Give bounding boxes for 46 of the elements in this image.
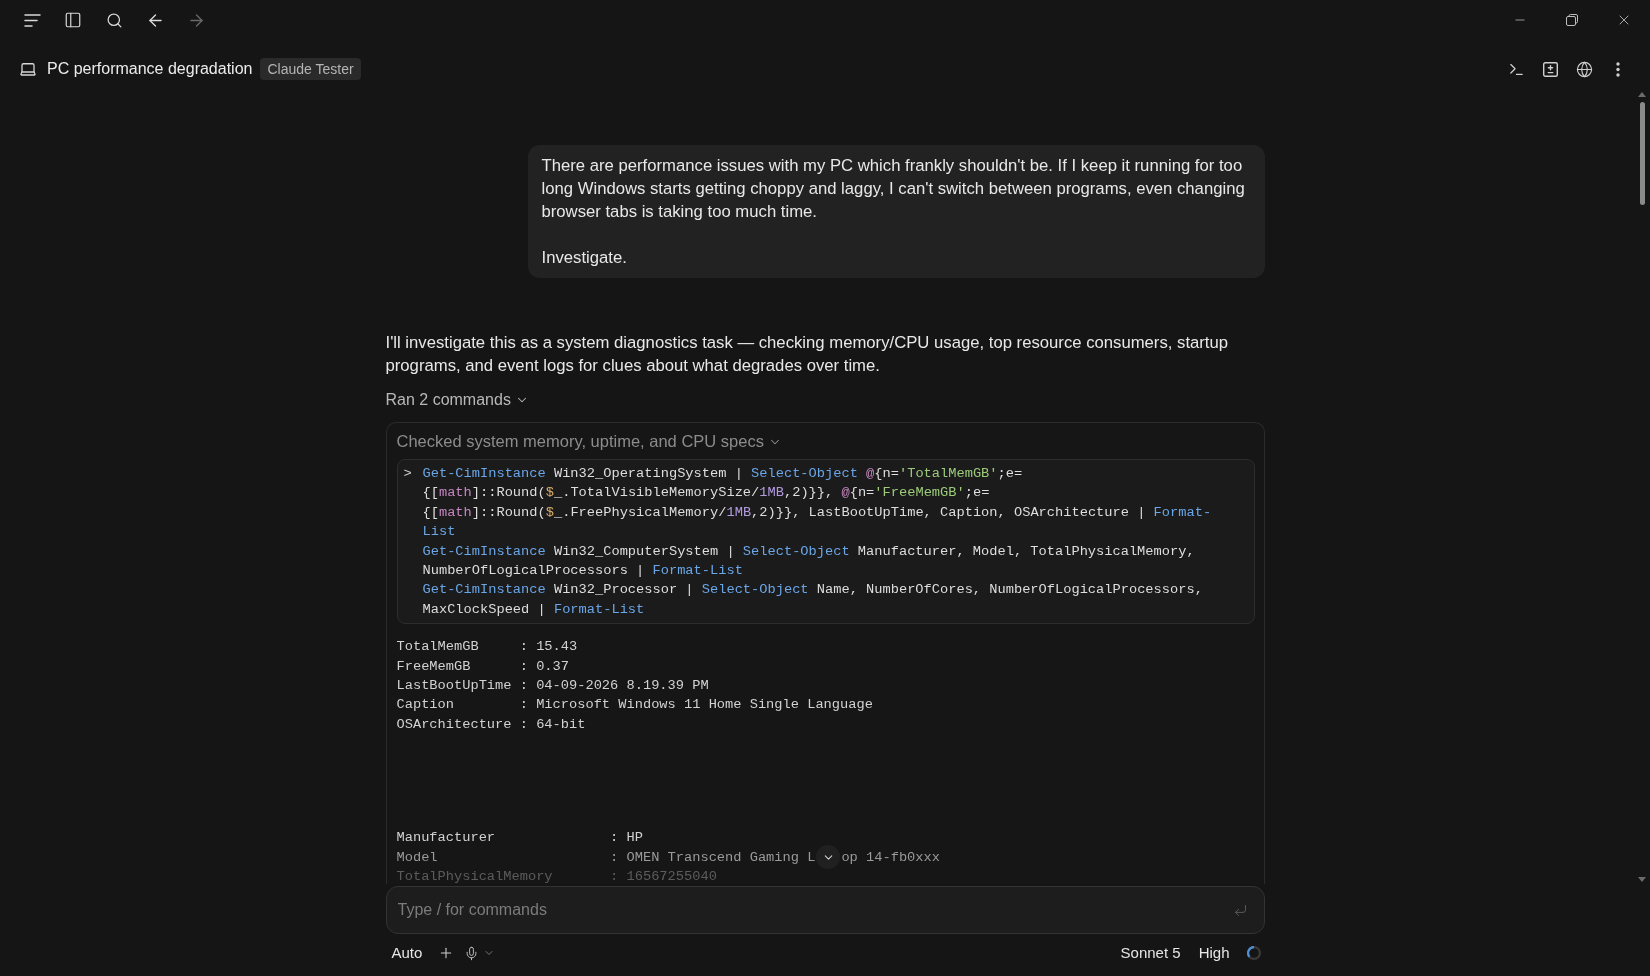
scroll-down-button[interactable] xyxy=(816,845,841,870)
user-message-text: There are performance issues with my PC which frankly shouldn't be. If I keep it running for too long Windows starts getting choppy and laggy, I can't switch between programs, even changing browser tabs is taking too much time. xyxy=(541,155,1246,223)
code-line: Get-CimInstance Win32_ComputerSystem | Select-Object Manufacturer, Model, TotalPhysicalMemory, xyxy=(422,542,1195,561)
prompt-symbol: > xyxy=(403,465,413,483)
output-line: TotalMemGB : 15.43 xyxy=(396,638,578,657)
user-message-text: Investigate. xyxy=(541,247,628,269)
code-line: Get-CimInstance Win32_OperatingSystem | Select-Object @{n='TotalMemGB';e= xyxy=(422,465,1023,483)
output-line: Model : OMEN Transcend Gaming L xyxy=(396,848,816,867)
scrollbar-thumb[interactable] xyxy=(1639,102,1645,205)
model-selector[interactable]: Sonnet 5 xyxy=(1120,941,1181,965)
microphone-icon xyxy=(464,945,480,961)
output-line: LastBootUpTime : 04-09-2026 8.19.39 PM xyxy=(396,677,709,696)
code-line: List xyxy=(422,523,456,542)
output-line: Caption : Microsoft Windows 11 Home Single Language xyxy=(396,696,873,715)
output-line: TotalPhysicalMemory : 16567255040 xyxy=(396,868,717,884)
restore-icon xyxy=(1566,14,1578,26)
output-line: op 14-fb0xxx xyxy=(841,848,940,867)
voice-button[interactable] xyxy=(464,945,496,961)
diff-icon xyxy=(1542,61,1558,77)
assistant-message-text: I'll investigate this as a system diagnostics task — checking memory/CPU usage, top resource consumers, startup programs, and event logs for clues about what degrades over time. xyxy=(385,332,1230,377)
code-line: Get-CimInstance Win32_Processor | Select-Object Name, NumberOfCores, NumberOfLogicalProcessors, xyxy=(422,581,1203,600)
mode-selector[interactable]: Auto xyxy=(391,941,423,965)
ring-icon xyxy=(1246,946,1261,960)
code-line: {[math]::Round($_.TotalVisibleMemorySize/1MB,2)}}, @{n='FreeMemGB';e= xyxy=(422,484,990,503)
effort-selector[interactable]: High xyxy=(1198,941,1230,965)
command-title-toggle[interactable]: Checked system memory, uptime, and CPU specs xyxy=(396,430,782,453)
message-field[interactable]: Type / for commands xyxy=(385,886,1265,934)
scroll-down-arrow-icon[interactable] xyxy=(1638,877,1646,882)
project-badge: Claude Tester xyxy=(260,58,361,80)
menu-icon xyxy=(23,13,41,27)
output-line: OSArchitecture : 64-bit xyxy=(396,715,586,734)
more-options-icon xyxy=(1616,61,1620,77)
panel-icon xyxy=(64,11,82,29)
code-line: NumberOfLogicalProcessors | Format-List xyxy=(422,562,743,581)
output-line: FreeMemGB : 0.37 xyxy=(396,657,569,676)
commands-toggle[interactable]: Ran 2 commands xyxy=(385,388,529,411)
laptop-icon xyxy=(19,60,37,78)
scroll-up-arrow-icon[interactable] xyxy=(1638,92,1646,97)
output-line: Manufacturer : HP xyxy=(396,829,643,848)
enter-icon xyxy=(1232,902,1248,918)
code-line: {[math]::Round($_.FreePhysicalMemory/1MB,2)}}, LastBootUpTime, Caption, OSArchitecture | Format- xyxy=(422,503,1212,522)
search-icon xyxy=(105,11,123,29)
globe-icon xyxy=(1575,60,1593,78)
code-line: MaxClockSpeed | Format-List xyxy=(422,600,645,619)
message-input[interactable]: Type / for commands xyxy=(397,898,1233,922)
conversation-title: PC performance degradation xyxy=(47,59,253,79)
